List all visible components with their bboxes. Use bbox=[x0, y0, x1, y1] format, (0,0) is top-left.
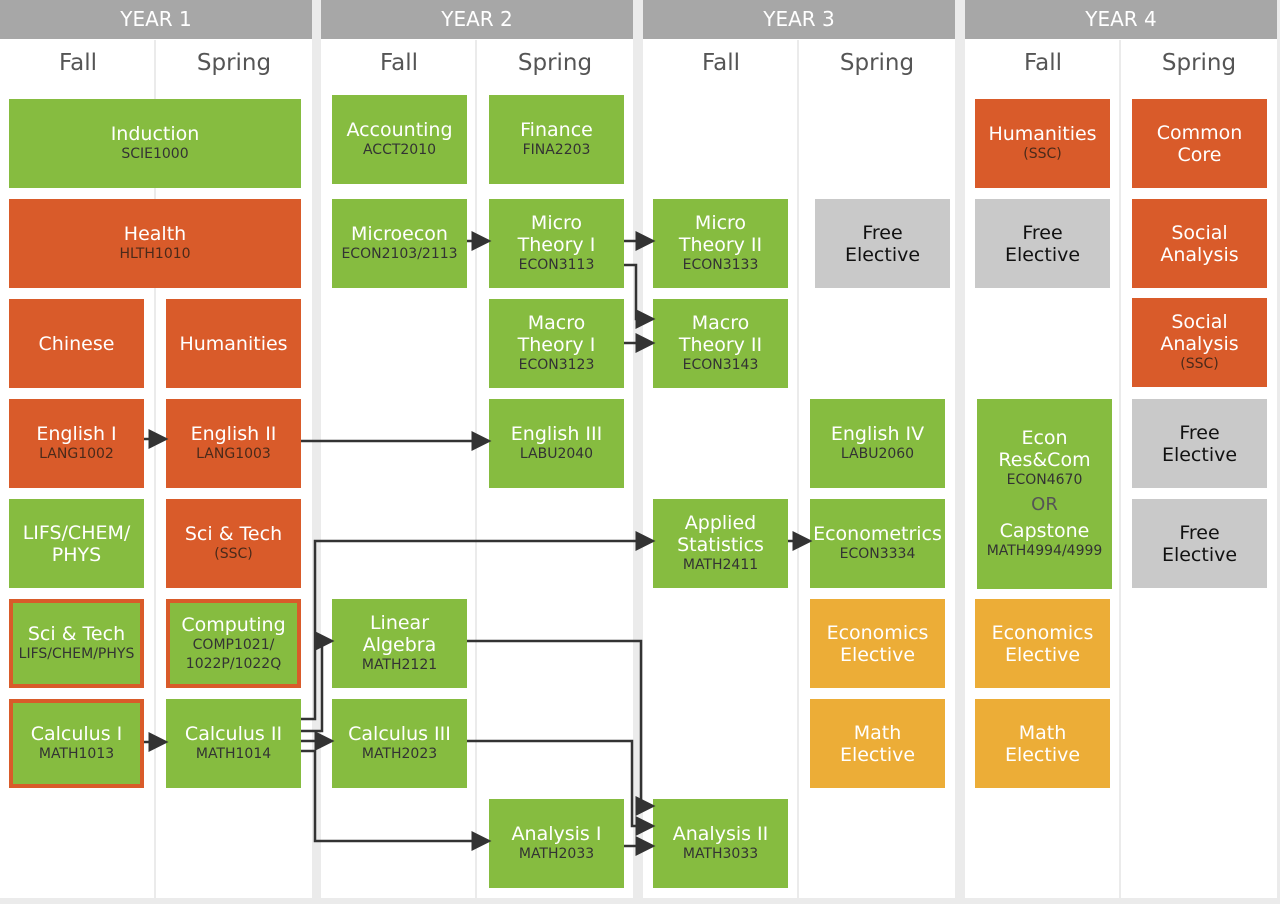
prerequisite-arrow bbox=[624, 263, 656, 329]
prerequisite-arrow bbox=[467, 639, 656, 816]
prerequisite-arrow bbox=[301, 749, 492, 851]
prerequisite-arrow bbox=[467, 739, 656, 836]
prerequisite-arrow bbox=[301, 631, 335, 733]
prerequisite-arrows bbox=[144, 231, 813, 856]
prerequisite-arrow bbox=[301, 531, 656, 721]
